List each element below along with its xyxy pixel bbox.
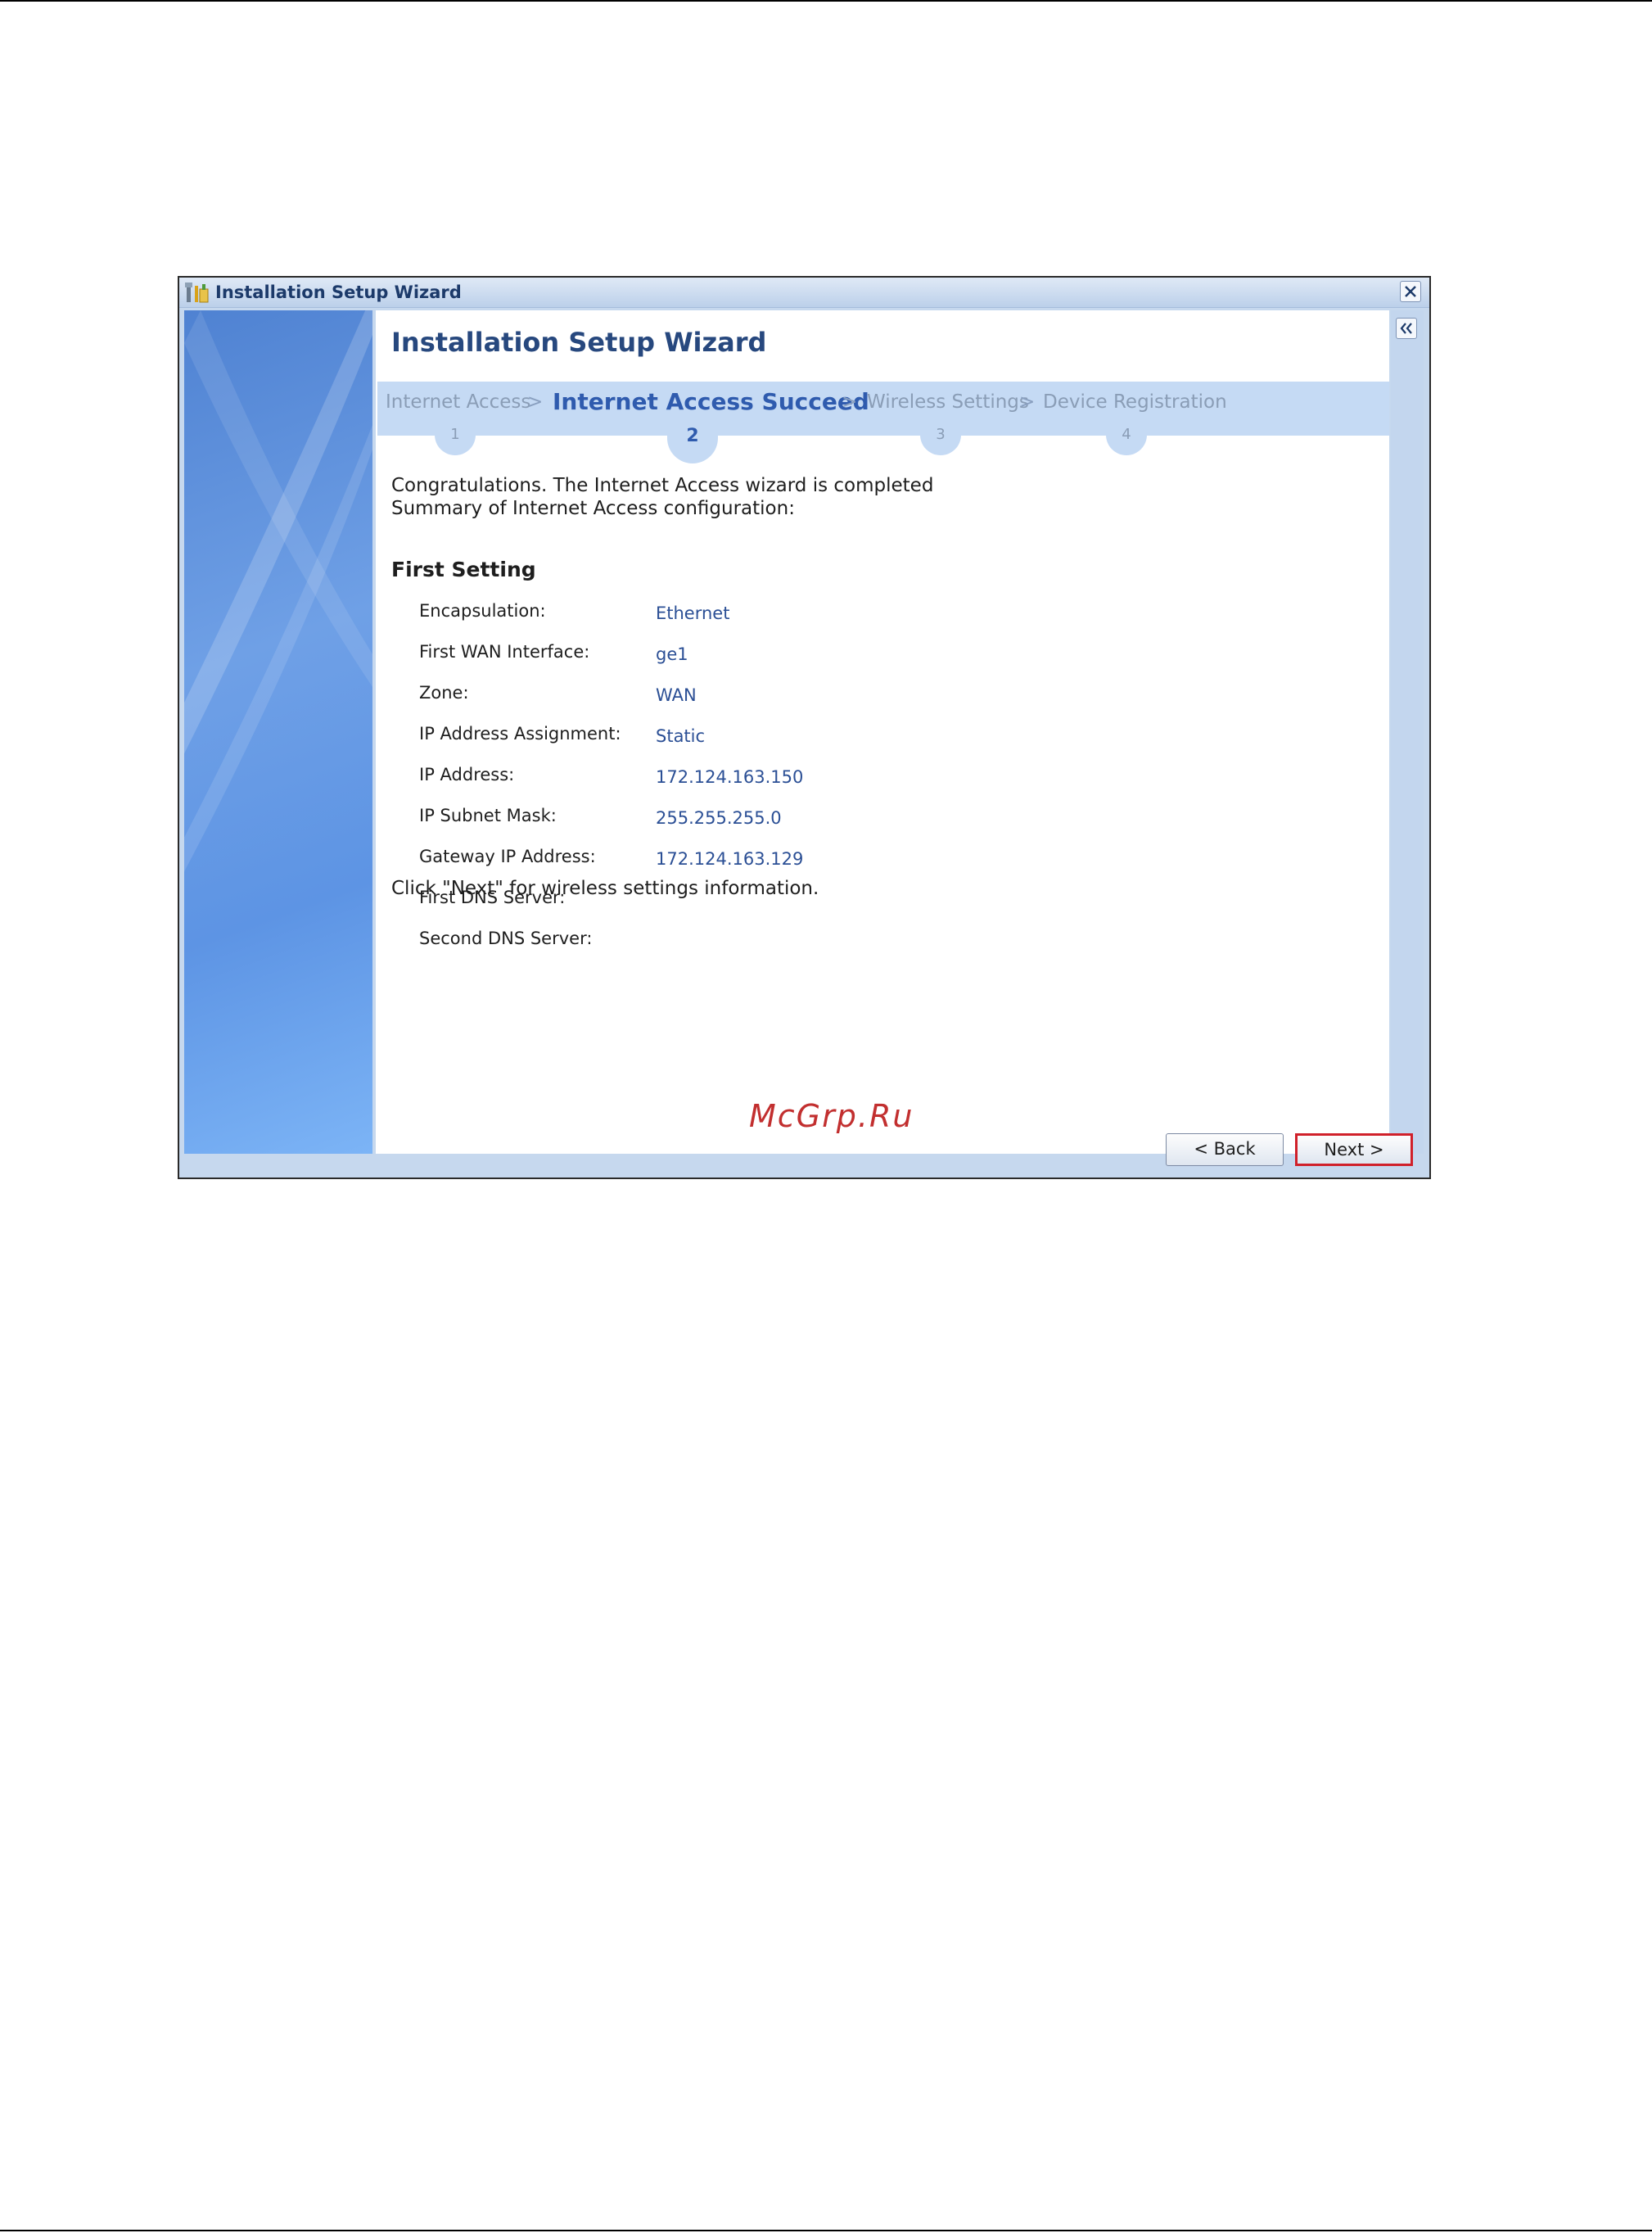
wizard-steps-bar: Internet Access > Internet Access Succee… <box>377 382 1389 463</box>
collapse-strip <box>1391 310 1424 1154</box>
step-internet-access-succeed: Internet Access Succeed <box>553 388 869 415</box>
gateway-ip-address-value: 172.124.163.129 <box>656 849 804 869</box>
step-device-registration: Device Registration <box>1043 391 1227 413</box>
first-wan-interface-label: First WAN Interface: <box>419 642 590 662</box>
encapsulation-value: Ethernet <box>656 603 730 623</box>
page-bottom-rule <box>0 2230 1652 2231</box>
step-number-1: 1 <box>435 427 476 455</box>
step-separator-icon: > <box>1019 391 1036 413</box>
wizard-content: Installation Setup Wizard Internet Acces… <box>376 310 1389 1154</box>
intro-line-2: Summary of Internet Access configuration… <box>391 498 795 519</box>
window-title: Installation Setup Wizard <box>215 283 462 302</box>
section-title-first-setting: First Setting <box>391 558 536 581</box>
ip-subnet-mask-label: IP Subnet Mask: <box>419 806 557 825</box>
watermark-text: McGrp.Ru <box>749 1098 914 1134</box>
close-button[interactable] <box>1400 281 1421 302</box>
ip-address-value: 172.124.163.150 <box>656 767 804 787</box>
back-button[interactable]: < Back <box>1166 1133 1284 1166</box>
step-separator-icon: > <box>842 391 858 413</box>
ip-address-assignment-label: IP Address Assignment: <box>419 724 621 744</box>
window-titlebar: Installation Setup Wizard <box>179 278 1429 308</box>
next-button[interactable]: Next > <box>1295 1133 1413 1166</box>
ip-address-assignment-value: Static <box>656 726 706 746</box>
encapsulation-label: Encapsulation: <box>419 601 546 621</box>
step-separator-icon: > <box>527 391 544 413</box>
intro-line-1: Congratulations. The Internet Access wiz… <box>391 475 934 496</box>
zone-value: WAN <box>656 685 697 705</box>
intro-text: Congratulations. The Internet Access wiz… <box>391 474 933 520</box>
step-number-3: 3 <box>920 427 961 455</box>
installation-wizard-window: Installation Setup Wizard Installation S… <box>178 276 1431 1179</box>
collapse-panel-button[interactable] <box>1396 318 1417 339</box>
step-internet-access: Internet Access <box>386 391 531 413</box>
second-dns-server-label: Second DNS Server: <box>419 929 593 948</box>
step-wireless-settings: Wireless Settings <box>867 391 1029 413</box>
gateway-ip-address-label: Gateway IP Address: <box>419 847 596 866</box>
page-top-rule <box>0 0 1652 2</box>
close-icon <box>1405 286 1416 297</box>
content-title: Installation Setup Wizard <box>391 327 767 358</box>
outro-text: Click "Next" for wireless settings infor… <box>391 878 819 899</box>
ip-subnet-mask-value: 255.255.255.0 <box>656 808 782 828</box>
step-number-2: 2 <box>667 427 718 463</box>
zone-label: Zone: <box>419 683 469 703</box>
first-wan-interface-value: ge1 <box>656 644 688 664</box>
ip-address-label: IP Address: <box>419 765 515 784</box>
wizard-sidebar-graphic <box>184 310 372 1154</box>
wizard-tools-icon <box>185 283 209 303</box>
step-number-4: 4 <box>1106 427 1147 455</box>
sidebar-light-streaks <box>184 310 372 872</box>
double-chevron-left-icon <box>1400 323 1412 334</box>
